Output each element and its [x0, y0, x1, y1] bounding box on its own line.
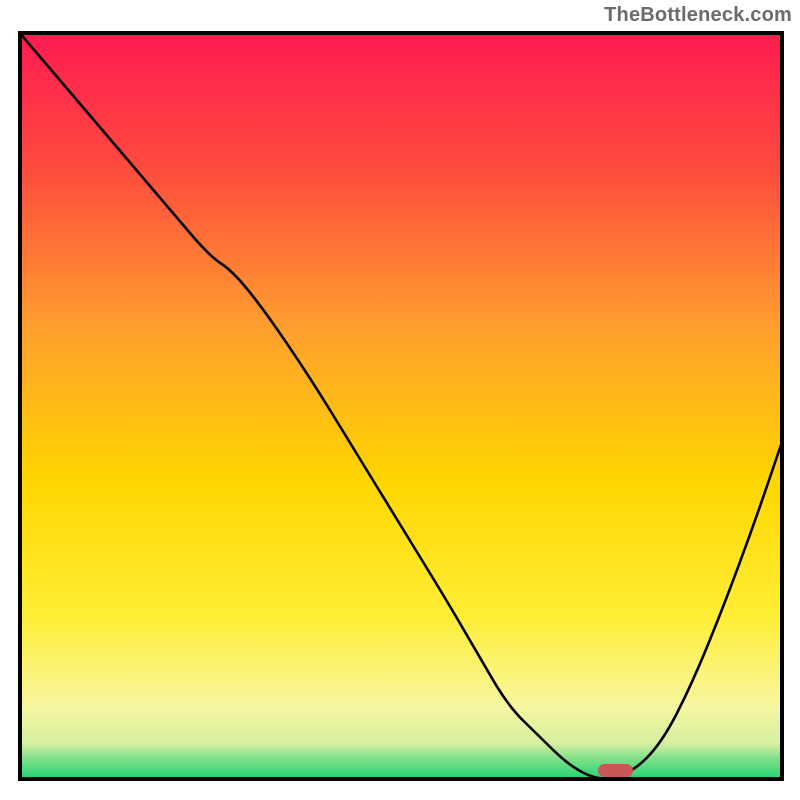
watermark-text: TheBottleneck.com [604, 4, 792, 27]
chart-gradient-background [18, 31, 784, 781]
chart-marker-pill [598, 764, 632, 778]
